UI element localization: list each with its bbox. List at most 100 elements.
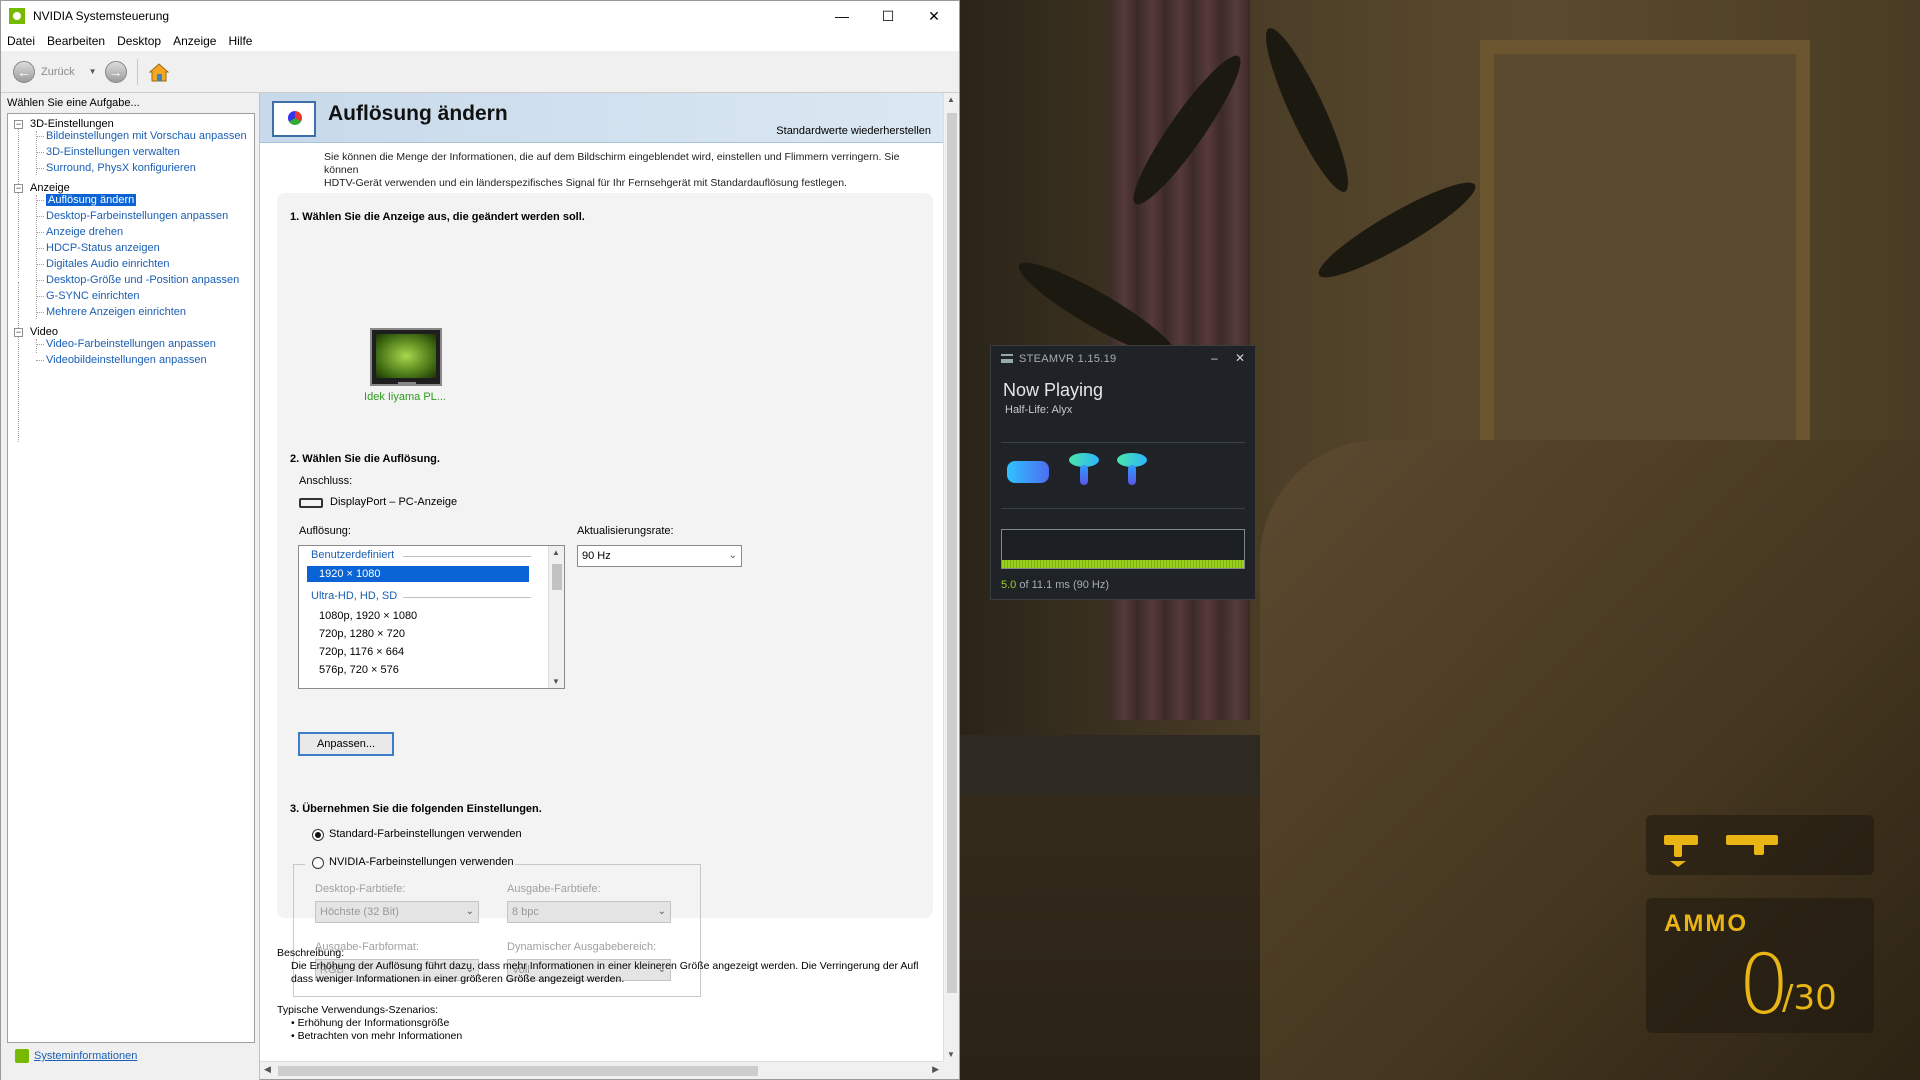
resolution-item[interactable]: 720p, 1280 × 720 (319, 628, 405, 640)
refresh-rate-value: 90 Hz (582, 550, 611, 562)
hamburger-menu-icon[interactable] (1001, 354, 1013, 363)
radio-default-colors-label[interactable]: Standard-Farbeinstellungen verwenden (329, 828, 522, 840)
menu-desktop[interactable]: Desktop (111, 34, 167, 48)
tree-line (36, 339, 37, 353)
close-button[interactable]: ✕ (911, 1, 957, 31)
menu-hilfe[interactable]: Hilfe (222, 34, 258, 48)
frame-time-value: 5.0 (1001, 579, 1017, 591)
task-tree: − 3D-Einstellungen Bildeinstellungen mit… (7, 113, 255, 1043)
system-info-label[interactable]: Systeminformationen (34, 1050, 137, 1062)
task-link[interactable]: Mehrere Anzeigen einrichten (46, 306, 186, 318)
intro-line: Sie können die Menge der Informationen, … (324, 151, 900, 176)
selected-weapon-indicator-icon (1670, 861, 1686, 867)
tree-line (36, 216, 44, 217)
now-playing-game: Half-Life: Alyx (1005, 404, 1073, 416)
connection-value: DisplayPort – PC-Anzeige (330, 496, 458, 508)
resolution-item[interactable]: 576p, 720 × 576 (319, 664, 399, 676)
arrow-left-icon[interactable]: ← (13, 60, 35, 83)
usage-label: Typische Verwendungs-Szenarios: (277, 1004, 439, 1016)
radio-nvidia-colors-label[interactable]: NVIDIA-Farbeinstellungen verwenden (329, 856, 514, 868)
headset-icon (1007, 461, 1049, 483)
resolution-list-scrollbar[interactable]: ▲ ▼ (548, 546, 564, 688)
output-depth-select[interactable]: 8 bpc ⌄ (507, 901, 671, 923)
desktop-depth-value: Höchste (32 Bit) (320, 906, 399, 918)
task-link[interactable]: HDCP-Status anzeigen (46, 242, 160, 254)
task-panel: Wählen Sie eine Aufgabe... − 3D-Einstell… (1, 93, 260, 1080)
content-vertical-scrollbar[interactable]: ▲ ▼ (943, 93, 959, 1061)
tree-line (36, 136, 44, 137)
resolution-item-selected[interactable]: 1920 × 1080 (307, 566, 529, 582)
task-link[interactable]: Bildeinstellungen mit Vorschau anpassen (46, 130, 247, 142)
task-link[interactable]: Desktop-Größe und -Position anpassen (46, 274, 239, 286)
customize-button[interactable]: Anpassen... (298, 732, 394, 756)
usage-item-text: Erhöhung der Informationsgröße (297, 1017, 450, 1029)
monitor-icon[interactable] (370, 328, 442, 386)
scroll-down-icon[interactable]: ▼ (552, 677, 560, 686)
scroll-thumb[interactable] (552, 564, 562, 590)
task-link[interactable]: Videobildeinstellungen anpassen (46, 354, 207, 366)
radio-default-colors[interactable] (312, 829, 324, 841)
tree-line (36, 168, 44, 169)
menu-bearbeiten[interactable]: Bearbeiten (41, 34, 111, 48)
tree-line (36, 232, 44, 233)
tree-line (36, 360, 44, 361)
pistol-grip-icon (1674, 843, 1682, 857)
resolution-item[interactable]: 1080p, 1920 × 1080 (319, 610, 417, 622)
maximize-button[interactable]: ☐ (865, 1, 911, 31)
menu-datei[interactable]: Datei (1, 34, 41, 48)
tree-line (36, 280, 44, 281)
separator (1001, 508, 1245, 509)
expand-collapse-icon[interactable]: − (14, 120, 23, 129)
display-name[interactable]: Idek Iiyama PL... (335, 391, 475, 403)
radio-nvidia-colors[interactable] (312, 857, 324, 869)
task-link-selected[interactable]: Auflösung ändern (46, 194, 137, 206)
scroll-up-icon[interactable]: ▲ (552, 548, 560, 557)
task-link[interactable]: Anzeige drehen (46, 226, 123, 238)
tree-line (36, 296, 44, 297)
back-button-label[interactable]: Zurück (41, 66, 75, 78)
hud-weapon-selector (1646, 815, 1874, 875)
task-link[interactable]: Surround, PhysX konfigurieren (46, 162, 196, 174)
tree-category-anzeige[interactable]: Anzeige (30, 182, 70, 194)
scroll-down-icon[interactable]: ▼ (947, 1050, 955, 1059)
restore-defaults-link[interactable]: Standardwerte wiederherstellen (776, 125, 931, 137)
task-link[interactable]: Video-Farbeinstellungen anpassen (46, 338, 216, 350)
arrow-right-icon[interactable]: → (104, 60, 127, 83)
toolbar: ← Zurück ▼ → (1, 51, 959, 93)
expand-collapse-icon[interactable]: − (14, 184, 23, 193)
tree-line (36, 264, 44, 265)
minimize-button[interactable]: — (819, 1, 865, 31)
scroll-right-icon[interactable]: ▶ (932, 1064, 939, 1075)
task-link[interactable]: G-SYNC einrichten (46, 290, 140, 302)
tree-category-3d[interactable]: 3D-Einstellungen (30, 118, 114, 130)
task-link[interactable]: 3D-Einstellungen verwalten (46, 146, 180, 158)
output-depth-label: Ausgabe-Farbtiefe: (507, 883, 601, 895)
scroll-up-icon[interactable]: ▲ (947, 95, 955, 104)
tree-line (36, 152, 44, 153)
page-header: Auflösung ändern Standardwerte wiederher… (260, 93, 943, 143)
separator (1001, 442, 1245, 443)
tree-category-video[interactable]: Video (30, 326, 58, 338)
desktop-depth-select[interactable]: Höchste (32 Bit) ⌄ (315, 901, 479, 923)
description-text: Die Erhöhung der Auflösung führt dazu, d… (291, 960, 919, 972)
scroll-thumb[interactable] (947, 113, 957, 993)
back-history-dropdown-icon[interactable]: ▼ (89, 67, 97, 76)
tree-line (36, 200, 44, 201)
task-link[interactable]: Digitales Audio einrichten (46, 258, 170, 270)
scroll-left-icon[interactable]: ◀ (264, 1064, 271, 1075)
content-horizontal-scrollbar[interactable]: ◀ ▶ (260, 1061, 943, 1079)
refresh-rate-select[interactable]: 90 Hz ⌄ (577, 545, 742, 567)
scroll-thumb[interactable] (278, 1066, 758, 1076)
tree-line (36, 248, 44, 249)
resolution-item[interactable]: 720p, 1176 × 664 (319, 646, 404, 658)
menu-anzeige[interactable]: Anzeige (167, 34, 222, 48)
controller-left-icon (1069, 453, 1099, 487)
home-icon[interactable] (148, 61, 170, 83)
expand-collapse-icon[interactable]: − (14, 328, 23, 337)
steamvr-close-icon[interactable]: ✕ (1235, 351, 1245, 365)
system-info-link[interactable]: Systeminformationen (15, 1049, 137, 1063)
display-settings-icon (272, 101, 316, 137)
steamvr-minimize-icon[interactable]: – (1211, 351, 1218, 365)
resolution-list[interactable]: Benutzerdefiniert 1920 × 1080 Ultra-HD, … (298, 545, 565, 689)
task-link[interactable]: Desktop-Farbeinstellungen anpassen (46, 210, 228, 222)
